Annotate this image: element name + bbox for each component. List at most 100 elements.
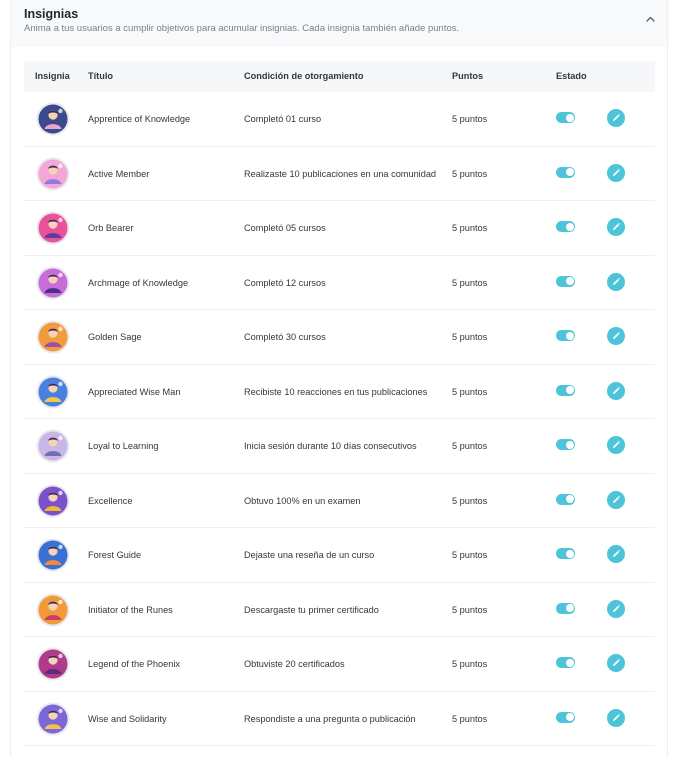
toggle-knob: [565, 113, 574, 122]
badge-points: 5 puntos: [452, 495, 488, 506]
status-toggle[interactable]: [556, 657, 575, 668]
badge-title: Excellence: [88, 495, 133, 506]
table-row: Active Member Realizaste 10 publicaciones…: [24, 147, 655, 201]
chevron-up-icon[interactable]: [643, 12, 657, 26]
toggle-knob: [565, 604, 574, 612]
toggle-knob: [565, 713, 574, 721]
status-toggle[interactable]: [556, 439, 575, 450]
pencil-icon: [611, 168, 621, 178]
trophy-badge-icon: [36, 484, 70, 518]
table-row: Golden Sage Completó 30 cursos 5 puntos: [24, 310, 655, 365]
badge-condition: Obtuviste 20 certificados: [244, 659, 345, 669]
badge-condition: Completó 05 cursos: [244, 223, 326, 233]
table-row: Loyal to Learning Inicia sesión durante 1…: [24, 419, 655, 474]
toggle-knob: [565, 222, 574, 231]
badge-points: 5 puntos: [452, 223, 488, 233]
pencil-icon: [611, 440, 621, 450]
badges-table-body: Apprentice of Knowledge Completó 01 curso…: [24, 92, 655, 746]
edit-button[interactable]: [607, 163, 625, 182]
pencil-icon: [611, 222, 621, 232]
section-header[interactable]: Insignias Anima a tus usuarios a cumplir…: [11, 0, 667, 47]
archmage-badge-icon: [36, 266, 70, 300]
badge-title: Wise and Solidarity: [88, 713, 167, 724]
badge-points: 5 puntos: [452, 604, 488, 615]
edit-button[interactable]: [607, 490, 625, 509]
badge-points: 5 puntos: [452, 441, 488, 451]
badge-title: Forest Guide: [88, 550, 142, 560]
badge-condition: Descargaste tu primer certificado: [244, 604, 379, 615]
status-toggle[interactable]: [556, 166, 575, 178]
calendar-badge-icon: [36, 429, 70, 463]
section-subtitle: Anima a tus usuarios a cumplir objetivos…: [24, 23, 460, 34]
status-toggle[interactable]: [556, 112, 575, 123]
status-toggle[interactable]: [556, 330, 575, 341]
pencil-icon: [611, 549, 621, 559]
badge-points: 5 puntos: [452, 332, 488, 342]
toggle-knob: [565, 386, 574, 394]
table-row: Excellence Obtuvo 100% en un examen 5 punt…: [24, 474, 655, 528]
table-row: Forest Guide Dejaste una reseña de un cur…: [24, 528, 655, 583]
badge-condition: Completó 12 cursos: [244, 277, 326, 288]
section-title: Insignias: [24, 7, 79, 21]
edit-button[interactable]: [607, 654, 625, 672]
edit-button[interactable]: [607, 436, 625, 454]
pencil-icon: [611, 495, 621, 505]
column-header-badge: Insignia: [35, 71, 70, 81]
badge-condition: Obtuvo 100% en un examen: [244, 495, 361, 506]
sage-badge-icon: [36, 320, 70, 354]
status-toggle[interactable]: [556, 548, 575, 559]
badge-points: 5 puntos: [452, 550, 488, 560]
badge-condition: Completó 01 curso: [244, 114, 322, 124]
column-header-status: Estado: [556, 71, 587, 81]
table-row: Archmage of Knowledge Completó 12 cursos 5…: [24, 256, 655, 310]
status-toggle[interactable]: [556, 493, 575, 505]
badge-points: 5 puntos: [452, 386, 488, 397]
pencil-icon: [611, 713, 621, 723]
table-row: Legend of the Phoenix Obtuviste 20 certif…: [24, 637, 655, 692]
reactions-badge-icon: [36, 375, 70, 409]
toggle-knob: [565, 331, 574, 340]
edit-button[interactable]: [607, 109, 625, 127]
badge-points: 5 puntos: [452, 659, 488, 669]
badge-condition: Completó 30 cursos: [244, 332, 326, 342]
status-toggle[interactable]: [556, 602, 575, 614]
badge-condition: Respondiste a una pregunta o publicación: [244, 713, 416, 724]
badge-title: Active Member: [88, 168, 150, 179]
pencil-icon: [611, 604, 621, 614]
orb-badge-icon: [36, 211, 70, 245]
table-row: Apprentice of Knowledge Completó 01 curso…: [24, 92, 655, 147]
community-badge-icon: [36, 157, 70, 191]
toggle-knob: [565, 658, 574, 667]
table-header: Insignia Título Condición de otorgamient…: [24, 61, 655, 92]
badge-title: Legend of the Phoenix: [88, 659, 180, 669]
edit-button[interactable]: [607, 708, 625, 727]
status-toggle[interactable]: [556, 711, 575, 723]
badge-title: Orb Bearer: [88, 223, 134, 233]
column-header-condition: Condición de otorgamiento: [244, 71, 364, 81]
toggle-knob: [565, 277, 574, 285]
solidarity-badge-icon: [36, 702, 70, 736]
edit-button[interactable]: [607, 599, 625, 618]
pencil-icon: [611, 113, 621, 123]
badge-points: 5 puntos: [452, 168, 488, 179]
badge-points: 5 puntos: [452, 277, 488, 288]
edit-button[interactable]: [607, 272, 625, 291]
status-toggle[interactable]: [556, 275, 575, 287]
certificate-badge-icon: [36, 593, 70, 627]
table-row: Appreciated Wise Man Recibiste 10 reaccio…: [24, 365, 655, 419]
status-toggle[interactable]: [556, 384, 575, 396]
badge-condition: Dejaste una reseña de un curso: [244, 550, 375, 560]
edit-button[interactable]: [607, 545, 625, 563]
edit-button[interactable]: [607, 218, 625, 236]
badge-condition: Recibiste 10 reacciones en tus publicaci…: [244, 386, 428, 397]
status-toggle[interactable]: [556, 221, 575, 232]
pencil-icon: [611, 277, 621, 287]
edit-button[interactable]: [607, 327, 625, 345]
pencil-icon: [611, 386, 621, 396]
badges-panel: Insignias Anima a tus usuarios a cumplir…: [10, 0, 668, 757]
badge-title: Apprentice of Knowledge: [88, 114, 191, 124]
toggle-knob: [565, 440, 574, 449]
edit-button[interactable]: [607, 381, 625, 400]
badge-points: 5 puntos: [452, 114, 488, 124]
badge-title: Archmage of Knowledge: [88, 277, 189, 288]
